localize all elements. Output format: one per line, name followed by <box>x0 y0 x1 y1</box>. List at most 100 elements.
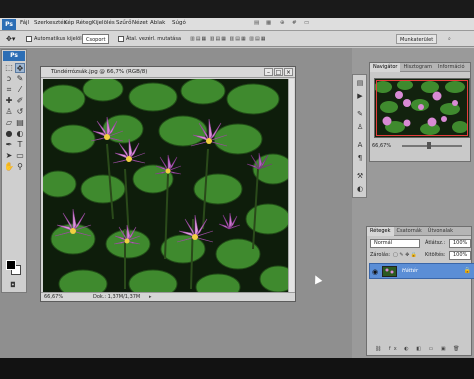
opacity-field[interactable]: 100% <box>449 239 472 248</box>
align-icons[interactable]: ▥▤▦ ▥▤▦ ▥▤▦ ▥▤▦ <box>190 34 266 44</box>
bridge-icon[interactable]: ▤ <box>254 20 259 26</box>
minibridge-icon[interactable]: ▦ <box>266 20 271 26</box>
zoom-level-icon[interactable]: ⊕ <box>280 20 285 26</box>
pen-icon[interactable]: ✒ <box>4 140 14 150</box>
gradient-icon[interactable]: ▤ <box>15 118 25 128</box>
layer-row-background[interactable]: ◉ Háttér 🔒 <box>369 263 474 279</box>
opacity-label: Átlátsz.: <box>425 240 446 246</box>
adjustments-panel-icon[interactable]: ◐ <box>355 184 365 194</box>
tab-histogram[interactable]: Hisztogram <box>400 63 435 72</box>
layer-name: Háttér <box>402 268 418 274</box>
menu-view[interactable]: Nézet <box>132 20 148 26</box>
navigator-zoom-thumb[interactable] <box>427 142 431 149</box>
menu-help[interactable]: Súgó <box>172 20 186 26</box>
show-transform-checkbox[interactable] <box>118 35 124 42</box>
healing-icon[interactable]: ✚ <box>4 96 14 106</box>
crop-icon[interactable]: ⌗ <box>4 85 14 95</box>
character-panel-icon[interactable]: A <box>355 140 365 150</box>
path-select-icon[interactable]: ➤ <box>4 151 14 161</box>
blend-mode-dropdown[interactable]: Normál <box>370 239 420 248</box>
history-panel-icon[interactable]: ▤ <box>355 78 365 88</box>
marquee-icon[interactable]: ⬚ <box>4 63 14 73</box>
workspace-switcher[interactable]: Munkaterület <box>396 34 438 44</box>
window-controls: – □ × <box>264 68 293 76</box>
history-brush-icon[interactable]: ↺ <box>15 107 25 117</box>
grid-icon[interactable]: # <box>292 20 297 26</box>
lock-icons[interactable]: ▢ ✎ ✥ 🔒 <box>393 251 417 259</box>
maximize-icon[interactable]: □ <box>274 68 283 76</box>
search-icon[interactable]: ⌕ <box>448 34 451 44</box>
navigator-zoom-value[interactable]: 66,67% <box>372 143 391 149</box>
tab-layers[interactable]: Rétegek <box>367 227 394 236</box>
navigator-panel: Navigátor Hisztogram Információ 66,67% <box>369 62 471 162</box>
actions-panel-icon[interactable]: ▶ <box>355 91 365 101</box>
menu-window[interactable]: Ablak <box>150 20 165 26</box>
document-zoom[interactable]: 66,67% <box>44 293 63 302</box>
image-canvas[interactable] <box>43 79 288 293</box>
auto-select-option[interactable]: Automatikus kijelölés: <box>26 34 89 44</box>
eraser-icon[interactable]: ▱ <box>4 118 14 128</box>
auto-select-checkbox[interactable] <box>26 35 32 42</box>
foreground-color-swatch[interactable] <box>6 260 16 270</box>
collapsed-panel-dock: ▤ ▶ ✎ ♙ A ¶ ⚒ ◐ <box>352 74 367 198</box>
document-size: Dok.: 1,37M/1,37M <box>93 294 141 300</box>
minimize-icon[interactable]: – <box>264 68 273 76</box>
layers-panel: Rétegek Csatornák Útvonalak Normál Átlátsz… <box>366 226 474 356</box>
layer-thumbnail <box>382 266 397 277</box>
tab-paths[interactable]: Útvonalak <box>425 227 456 236</box>
layer-lock-icon: 🔒 <box>463 267 471 274</box>
navigator-thumbnail[interactable] <box>374 78 470 138</box>
photoshop-window: Ps Fájl Szerkesztés Kép Réteg Kijelölés … <box>0 18 474 358</box>
hand-icon[interactable]: ✋ <box>4 162 14 172</box>
paragraph-panel-icon[interactable]: ¶ <box>355 153 365 163</box>
layers-footer-icons[interactable]: ⛓ fx ◐ ◧ ▭ ▣ 🗑 <box>375 345 463 353</box>
menu-select[interactable]: Kijelölés <box>92 20 115 26</box>
menu-layer[interactable]: Réteg <box>76 20 92 26</box>
menu-image[interactable]: Kép <box>64 20 74 26</box>
navigator-zoom-slider[interactable] <box>402 142 462 149</box>
water-lily-photo <box>43 79 288 293</box>
layers-tabs: Rétegek Csatornák Útvonalak <box>367 227 471 236</box>
close-icon[interactable]: × <box>284 68 293 76</box>
dodge-icon[interactable]: ◐ <box>15 129 25 139</box>
lasso-icon[interactable]: ↄ <box>4 74 14 84</box>
fill-field[interactable]: 100% <box>449 251 472 260</box>
app-logo: Ps <box>2 19 16 30</box>
options-bar: ✥▾ Automatikus kijelölés: Csoport Átal. … <box>0 31 474 47</box>
blur-icon[interactable]: ● <box>4 129 14 139</box>
tool-presets-panel-icon[interactable]: ⚒ <box>355 171 365 181</box>
screen-mode-icon[interactable]: ▭ <box>304 20 309 26</box>
move-icon[interactable]: ✥ <box>15 63 25 73</box>
tab-navigator[interactable]: Navigátor <box>370 63 401 72</box>
brush-icon[interactable]: ✐ <box>15 96 25 106</box>
lock-label: Zárolás: <box>370 252 391 258</box>
document-status-bar: 66,67% Dok.: 1,37M/1,37M ▸ <box>41 292 295 301</box>
shape-icon[interactable]: ▭ <box>15 151 25 161</box>
taskbar <box>0 358 474 379</box>
tab-channels[interactable]: Csatornák <box>394 227 425 236</box>
brushes-panel-icon[interactable]: ✎ <box>355 109 365 119</box>
clone-stamp-icon[interactable]: ♙ <box>4 107 14 117</box>
zoom-icon[interactable]: ⚲ <box>15 162 25 172</box>
visibility-eye-icon[interactable]: ◉ <box>372 268 380 276</box>
fill-label: Kitöltés: <box>425 252 446 258</box>
document-title[interactable]: Tündérrózsák.jpg @ 66,7% (RGB/8) <box>41 67 295 78</box>
auto-select-label: Automatikus kijelölés: <box>34 36 89 42</box>
navigator-view-frame[interactable] <box>376 80 468 136</box>
menu-file[interactable]: Fájl <box>20 20 29 26</box>
menu-edit[interactable]: Szerkesztés <box>34 20 67 26</box>
show-transform-label: Átal. vezérl. mutatása <box>126 36 182 42</box>
eyedropper-icon[interactable]: ⁄ <box>15 85 25 95</box>
show-transform-option[interactable]: Átal. vezérl. mutatása <box>118 34 181 44</box>
clone-source-panel-icon[interactable]: ♙ <box>355 122 365 132</box>
vertical-scrollbar[interactable] <box>288 79 294 293</box>
menu-filter[interactable]: Szűrő <box>116 20 132 26</box>
status-arrow-icon[interactable]: ▸ <box>149 293 152 302</box>
navigator-zoom-row: 66,67% <box>372 142 472 150</box>
quick-select-icon[interactable]: ✎ <box>15 74 25 84</box>
type-icon[interactable]: T <box>15 140 25 150</box>
move-tool-preset-icon[interactable]: ✥▾ <box>6 34 15 44</box>
tab-info[interactable]: Információ <box>435 63 468 72</box>
quick-mask-icon[interactable]: ◘ <box>8 280 18 290</box>
auto-select-dropdown[interactable]: Csoport <box>82 34 110 44</box>
